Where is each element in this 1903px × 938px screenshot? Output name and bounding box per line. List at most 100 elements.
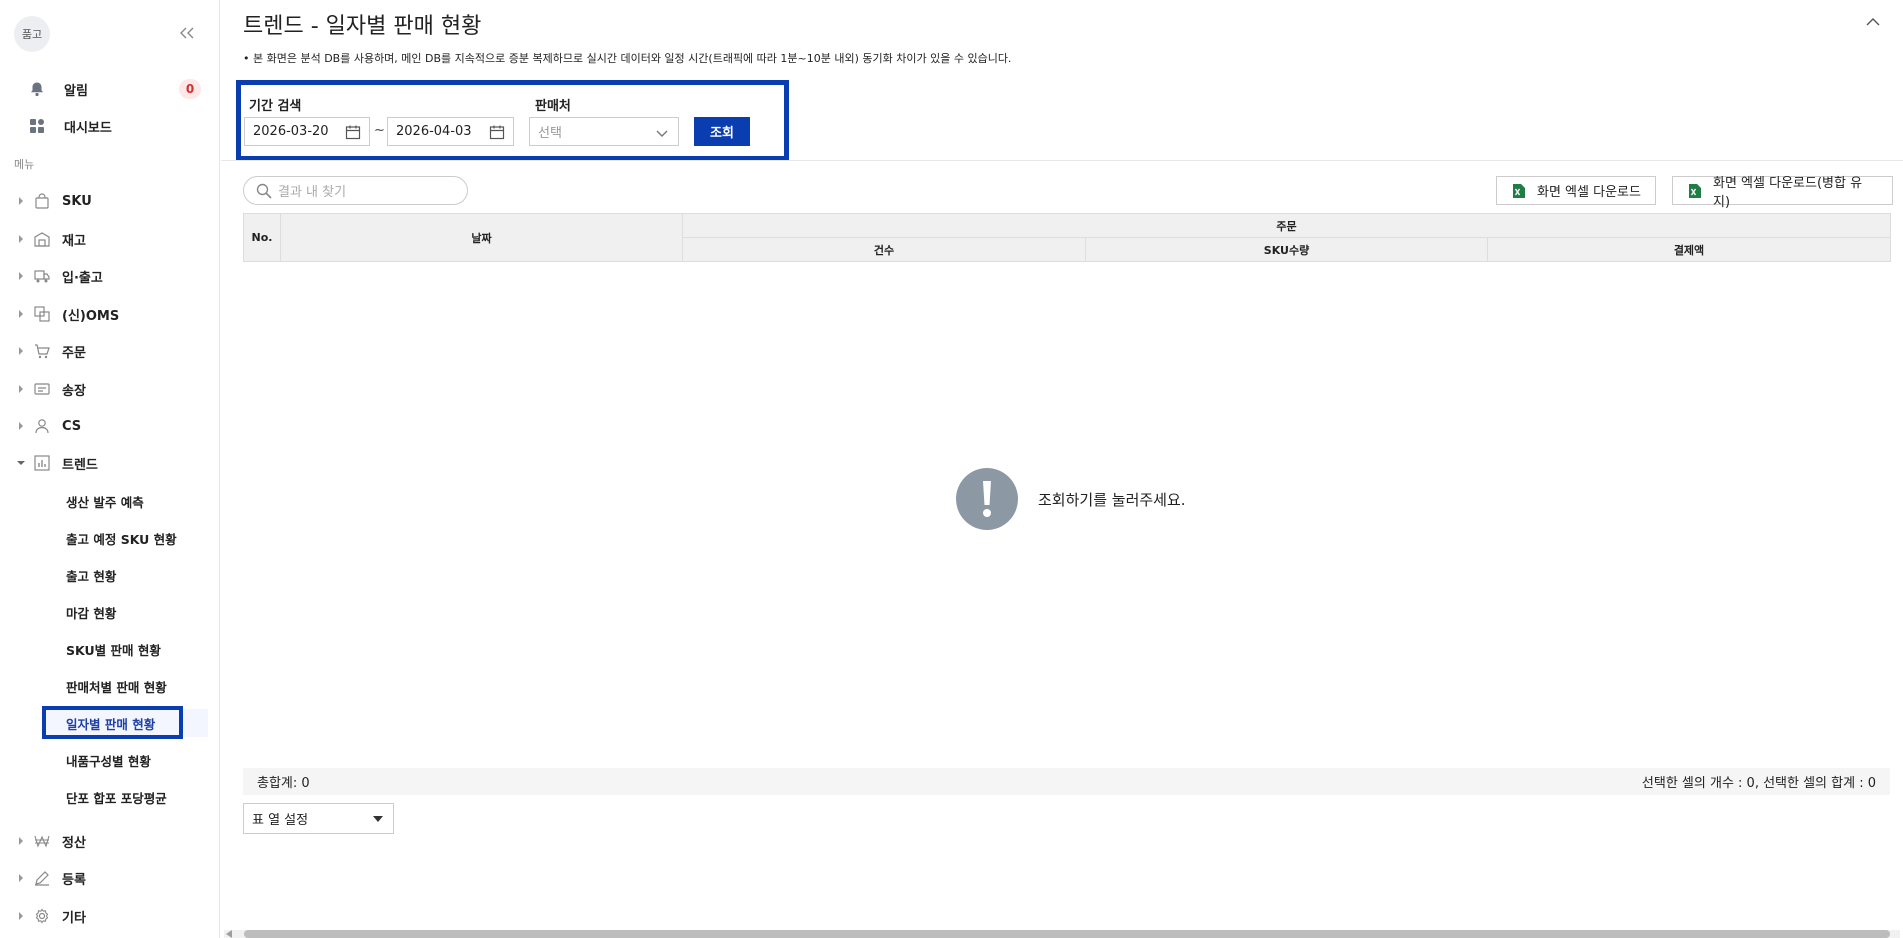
sidebar-collapse-icon[interactable] xyxy=(176,22,198,44)
end-date-value: 2026-04-03 xyxy=(396,124,472,139)
result-search-placeholder: 결과 내 찾기 xyxy=(278,185,347,200)
sidebar-subitem-label: 일자별 판매 현황 xyxy=(66,716,156,732)
sidebar-item-label: SKU xyxy=(62,193,92,209)
sidebar-item-sku[interactable]: SKU xyxy=(16,186,206,216)
main-content: 트렌드 - 일자별 판매 현황 • 본 화면은 분석 DB를 사용하며, 메인 … xyxy=(221,0,1903,938)
excel-download-merge-label: 화면 엑셀 다운로드(병합 유지) xyxy=(1713,175,1863,210)
warehouse-icon xyxy=(32,229,52,249)
result-search-input[interactable]: 결과 내 찾기 xyxy=(243,176,468,205)
column-header-payment[interactable]: 결제액 xyxy=(1486,237,1892,262)
bag-icon xyxy=(32,191,52,211)
excel-download-merge-button[interactable]: 화면 엑셀 다운로드(병합 유지) xyxy=(1672,176,1893,210)
sidebar-subitem-sku-sales[interactable]: SKU별 판매 현황 xyxy=(42,635,208,663)
sidebar-subitem-production-forecast[interactable]: 생산 발주 예측 xyxy=(42,487,208,515)
sidebar-item-settlement[interactable]: 정산 xyxy=(16,826,206,856)
seller-select[interactable]: 선택 xyxy=(529,117,679,146)
sidebar-item-label: 트렌드 xyxy=(62,457,98,473)
scrollbar-thumb[interactable] xyxy=(244,930,1890,938)
pencil-icon xyxy=(32,868,52,888)
oms-icon xyxy=(32,304,52,324)
sidebar-subitem-composition[interactable]: 내품구성별 현황 xyxy=(42,746,208,774)
total-summary: 총합계: 0 xyxy=(257,776,310,791)
start-date-value: 2026-03-20 xyxy=(253,124,329,139)
chevron-right-icon xyxy=(16,271,26,281)
user-icon xyxy=(32,416,52,436)
sidebar-item-invoice[interactable]: 송장 xyxy=(16,374,206,404)
sidebar-item-label: 대시보드 xyxy=(64,120,112,136)
date-range-separator: ~ xyxy=(374,123,385,138)
exclamation-icon xyxy=(956,468,1018,530)
page-title: 트렌드 - 일자별 판매 현황 xyxy=(243,14,482,39)
excel-download-label: 화면 엑셀 다운로드 xyxy=(1537,185,1641,200)
truck-icon xyxy=(32,266,52,286)
sidebar-subitem-expected-sku[interactable]: 출고 예정 SKU 현황 xyxy=(42,524,208,552)
sidebar-item-label: 알림 xyxy=(64,83,88,99)
chevron-right-icon xyxy=(16,234,26,244)
sidebar-item-label: 재고 xyxy=(62,233,86,249)
bell-icon xyxy=(26,78,48,100)
sidebar-subitem-closing-status[interactable]: 마감 현황 xyxy=(42,598,208,626)
sidebar-item-orders[interactable]: 주문 xyxy=(16,336,206,366)
sidebar-subitem-seller-sales[interactable]: 판매처별 판매 현황 xyxy=(42,672,208,700)
chevron-right-icon xyxy=(16,196,26,206)
sidebar-item-label: 등록 xyxy=(62,872,86,888)
sidebar-item-inventory[interactable]: 재고 xyxy=(16,224,206,254)
sidebar-item-label: CS xyxy=(62,418,82,434)
divider xyxy=(221,160,1903,161)
chevron-up-icon[interactable] xyxy=(1863,12,1883,32)
chevron-right-icon xyxy=(16,836,26,846)
gear-icon xyxy=(32,906,52,926)
sidebar-item-register[interactable]: 등록 xyxy=(16,863,206,893)
sidebar-item-alerts[interactable]: 알림 0 xyxy=(26,74,201,104)
sidebar-item-etc[interactable]: 기타 xyxy=(16,901,206,931)
sidebar-item-label: 기타 xyxy=(62,910,86,926)
sidebar-item-dashboard[interactable]: 대시보드 xyxy=(26,111,201,141)
notice-text: • 본 화면은 분석 DB를 사용하며, 메인 DB를 지속적으로 증분 복제하… xyxy=(243,52,1012,65)
seller-label: 판매처 xyxy=(535,99,571,114)
column-header-count[interactable]: 건수 xyxy=(682,237,1086,262)
end-date-input[interactable]: 2026-04-03 xyxy=(387,117,514,146)
sidebar-subitem-pack-average[interactable]: 단포 합포 포당평균 xyxy=(42,783,208,811)
sidebar-item-oms[interactable]: (신)OMS xyxy=(16,299,206,329)
empty-message: 조회하기를 눌러주세요. xyxy=(1038,490,1186,509)
summary-bar: 총합계: 0 선택한 셀의 개수 : 0, 선택한 셀의 합계 : 0 xyxy=(243,768,1890,795)
column-setting-select[interactable]: 표 열 설정 xyxy=(243,803,394,834)
alert-count-badge: 0 xyxy=(179,79,201,99)
sidebar-subitem-outbound-status[interactable]: 출고 현황 xyxy=(42,561,208,589)
chevron-right-icon xyxy=(16,346,26,356)
won-icon xyxy=(32,831,52,851)
calendar-icon[interactable] xyxy=(345,124,361,140)
excel-download-button[interactable]: 화면 엑셀 다운로드 xyxy=(1496,176,1656,205)
sidebar-item-label: 정산 xyxy=(62,835,86,851)
period-label: 기간 검색 xyxy=(249,99,302,114)
calendar-icon[interactable] xyxy=(489,124,505,140)
horizontal-scrollbar[interactable] xyxy=(224,928,1900,938)
menu-caption: 메뉴 xyxy=(14,158,35,171)
chevron-right-icon xyxy=(16,309,26,319)
sidebar-item-trend[interactable]: 트렌드 xyxy=(16,448,206,478)
sidebar-subitem-daily-sales[interactable]: 일자별 판매 현황 xyxy=(42,706,208,739)
chevron-right-icon xyxy=(16,421,26,431)
column-header-date[interactable]: 날짜 xyxy=(280,213,683,262)
sidebar-item-label: 주문 xyxy=(62,345,86,361)
sidebar-item-cs[interactable]: CS xyxy=(16,411,206,441)
selection-summary: 선택한 셀의 개수 : 0, 선택한 셀의 합계 : 0 xyxy=(1641,776,1876,791)
logo[interactable]: 품고 xyxy=(14,16,50,52)
query-button[interactable]: 조회 xyxy=(694,117,750,146)
invoice-icon xyxy=(32,379,52,399)
start-date-input[interactable]: 2026-03-20 xyxy=(244,117,370,146)
chevron-down-icon xyxy=(656,127,668,142)
caret-down-icon xyxy=(373,816,383,822)
column-header-sku-qty[interactable]: SKU수량 xyxy=(1085,237,1488,262)
sidebar-item-label: (신)OMS xyxy=(62,308,120,324)
column-header-no[interactable]: No. xyxy=(243,213,281,262)
data-table: No. 날짜 주문 건수 SKU수량 결제액 xyxy=(243,213,1892,262)
sidebar-item-inout[interactable]: 입·출고 xyxy=(16,261,206,291)
chevron-right-icon xyxy=(16,873,26,883)
chevron-right-icon xyxy=(16,911,26,921)
search-panel: 기간 검색 2026-03-20 ~ 2026-04-03 판매처 선택 조회 xyxy=(236,80,789,161)
excel-icon xyxy=(1687,183,1702,203)
chevron-right-icon xyxy=(16,384,26,394)
scroll-left-icon[interactable] xyxy=(226,930,232,938)
column-group-order: 주문 xyxy=(681,213,1892,238)
